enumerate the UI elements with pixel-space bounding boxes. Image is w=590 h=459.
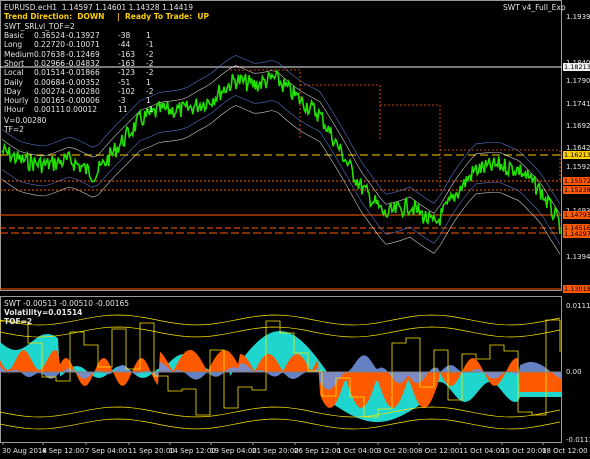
time-axis-label: 7 Sep 04:00 — [85, 447, 128, 455]
stats-row-label: IDay — [4, 86, 22, 96]
price-tag: 1.16213 — [563, 151, 590, 159]
sub-axis-label: -0.01113 — [566, 436, 590, 444]
time-axis-label: 19 Sep 04:00 — [210, 447, 257, 455]
stats-cell: 0.00111 — [34, 105, 66, 115]
stats-cell: 0.00684 — [34, 77, 66, 87]
v-label: V=0.00280 — [4, 116, 47, 125]
indicator-name: SWT_SRLvl_TOF=2 — [4, 22, 75, 31]
price-axis-label: 1.17410 — [566, 100, 590, 108]
indicator-title: SWT v4_Full_Exp — [503, 3, 566, 12]
price-tag: 1.14297 — [563, 230, 590, 238]
price-axis-label: 1.16920 — [566, 122, 590, 130]
stats-cell: -2 — [146, 86, 154, 96]
price-tag: 1.14793 — [563, 211, 590, 219]
stats-row-label: Long — [4, 40, 23, 50]
time-axis-label: 11 Sep 20:00 — [128, 447, 175, 455]
stats-row-label: Medium — [4, 49, 34, 59]
stats-cell: -1 — [146, 40, 154, 50]
stats-cell: 1 — [146, 31, 151, 40]
stats-cell: 0.00165 — [34, 96, 66, 106]
stats-cell: 1 — [146, 96, 151, 106]
price-axis-label: 1.15920 — [566, 163, 590, 171]
price-axis-label: 1.13940 — [566, 253, 590, 261]
stats-cell: -44 — [118, 40, 131, 50]
price-tag: 1.15238 — [563, 186, 590, 194]
stats-cell: -51 — [118, 77, 131, 87]
stats-cell: 0.01514 — [34, 68, 66, 78]
stats-cell: -2 — [146, 58, 154, 68]
time-axis-label: 26 Sep 12:00 — [294, 447, 341, 455]
time-axis-label: 4 Sep 12:00 — [42, 447, 85, 455]
stats-cell: -0.13927 — [66, 31, 100, 40]
time-axis-label: 3 Oct 20:00 — [377, 447, 419, 455]
stats-cell: -163 — [118, 58, 136, 68]
stats-cell: 0.00274 — [34, 86, 66, 96]
stats-row-label: Daily — [4, 77, 23, 87]
price-axis-label: 1.17900 — [566, 77, 590, 85]
time-axis-label: 14 Sep 12:00 — [169, 447, 216, 455]
stats-cell: -0.10071 — [66, 40, 100, 50]
stats-cell: -0.04832 — [66, 58, 100, 68]
stats-cell: 0.22720 — [34, 40, 66, 50]
tof-label: TOF=2 — [4, 317, 33, 326]
stats-cell: -163 — [118, 49, 136, 59]
stats-row-label: Short — [4, 58, 25, 68]
stats-cell: -2 — [146, 49, 154, 59]
stats-cell: -102 — [118, 86, 136, 96]
time-axis-label: 18 Oct 12:00 — [542, 447, 588, 455]
stats-cell: 0.36524 — [34, 31, 66, 40]
symbol-info: EURUSD.ecH1 1.14597 1.14601 1.14328 1.14… — [4, 3, 193, 12]
time-axis-label: 15 Oct 20:00 — [501, 447, 547, 455]
stats-cell: -0.01866 — [66, 68, 100, 78]
stats-cell: -0.00006 — [66, 96, 100, 106]
volatility-label: Volatility=0.01514 — [4, 308, 83, 317]
time-axis-label: 11 Oct 04:00 — [459, 447, 505, 455]
stats-cell: 0.07638 — [34, 49, 66, 59]
stats-cell: -3 — [118, 96, 126, 106]
stats-cell: -2 — [146, 68, 154, 78]
sub-axis-label: 0.01113 — [566, 302, 590, 310]
ready-to-trade: | Ready To Trade: UP — [117, 12, 209, 21]
stats-row-label: Hourly — [4, 96, 29, 106]
stats-cell: 11 — [118, 105, 128, 115]
price-tag: 1.18213 — [563, 63, 590, 71]
price-tag: 1.15572 — [563, 177, 590, 185]
stats-cell: -123 — [118, 68, 136, 78]
time-axis-label: 8 Oct 12:00 — [418, 447, 460, 455]
stats-cell: -38 — [118, 31, 131, 40]
price-tag: 1.13018 — [563, 285, 590, 293]
time-axis-label: 21 Sep 20:00 — [252, 447, 299, 455]
stats-cell: 0.02966 — [34, 58, 66, 68]
sub-header-values: SWT -0.00513 -0.00510 -0.00165 — [4, 299, 130, 308]
stats-cell: -0.00280 — [66, 86, 100, 96]
stats-cell: 0.00012 — [66, 105, 98, 115]
stats-cell: -0.00352 — [66, 77, 100, 87]
trend-direction: Trend Direction: DOWN — [4, 12, 105, 21]
stats-cell: -0.12469 — [66, 49, 100, 59]
stats-row-label: IHour — [4, 105, 25, 115]
tf-label: TF=2 — [4, 125, 24, 134]
time-axis-label: 1 Oct 04:00 — [337, 447, 379, 455]
stats-cell: -1 — [146, 105, 154, 115]
stats-row-label: Basic — [4, 31, 24, 40]
time-axis-label: 30 Aug 2018 — [2, 447, 47, 455]
sub-axis-label: 0.00 — [566, 368, 582, 376]
price-axis-label: 1.19390 — [566, 13, 590, 21]
stats-cell: 1 — [146, 77, 151, 87]
stats-row-label: Local — [4, 68, 24, 78]
